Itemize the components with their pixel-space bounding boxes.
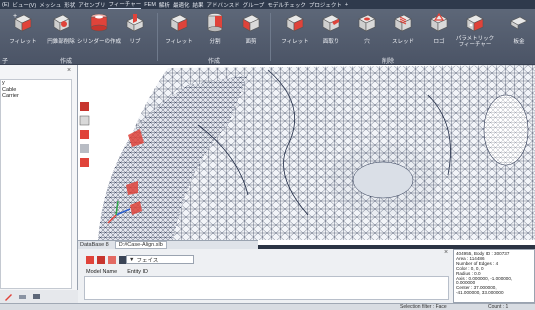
split-cylinder-icon [207, 13, 223, 32]
chamfer-icon [322, 14, 340, 32]
selection-count: Count : 1 [488, 304, 509, 310]
mesh-model [78, 65, 535, 240]
filter-icon: ▼ [129, 256, 135, 263]
view-tool-icon[interactable] [80, 102, 89, 111]
select-icon[interactable] [86, 255, 94, 264]
view-toolstrip [78, 100, 92, 240]
menu-item-feature[interactable]: フィーチャー [108, 0, 142, 9]
database-tabs: DataBase 8 D:#Case-Align.slb [78, 240, 258, 249]
model-tree-panel: × y Cable Carrier [0, 65, 78, 290]
fillet-icon: + [13, 13, 32, 32]
selection-toolbar [86, 255, 127, 264]
svg-text:+: + [13, 13, 17, 20]
copy-icon[interactable] [97, 255, 105, 264]
selection-list[interactable] [84, 276, 449, 300]
cylinder-icon [90, 13, 108, 32]
menu-item-geometry[interactable]: 形状 [64, 1, 75, 9]
column-header: Entity ID [127, 269, 148, 275]
clear-icon[interactable] [108, 255, 116, 264]
menu-item-advanced[interactable]: アドバンスド [206, 1, 239, 9]
3d-viewport[interactable] [78, 65, 535, 245]
info-line: -41.000000, 33.000000 [456, 290, 504, 296]
group-label-create-2: 作成 [208, 59, 221, 65]
menu-item-assembly[interactable]: アセンブリ [78, 1, 105, 9]
parametric-feature-icon [466, 14, 484, 32]
view-tool-icon[interactable] [80, 158, 89, 167]
menu-item-fem[interactable]: FEM [144, 2, 156, 8]
tab-database[interactable]: DataBase 8 [80, 242, 109, 248]
menu-item-group[interactable]: グループ [243, 1, 265, 9]
parametric-feature-button[interactable]: パラメトリック フィーチャー [452, 11, 498, 48]
left-bottom-toolbar [0, 290, 78, 303]
filter-value: フェイス [136, 257, 159, 264]
pencil-icon[interactable] [4, 292, 13, 301]
menu-item-model-check[interactable]: モデルチェック [267, 1, 306, 9]
view-tool-icon[interactable] [80, 144, 89, 153]
menu-item-edit[interactable]: (E) [2, 2, 9, 8]
eraser-icon[interactable] [18, 292, 27, 301]
tree-item[interactable]: Carrier [1, 93, 71, 100]
menu-item-results[interactable]: 結果 [192, 1, 203, 9]
status-bar: Selection filter : Face Count : 1 [0, 303, 535, 310]
sheet-metal-button[interactable]: 板金 [496, 11, 535, 45]
fillet-delete-icon [286, 14, 304, 32]
face-cut-icon [242, 14, 260, 32]
menu-item-view[interactable]: ビュー(V) [12, 1, 36, 9]
tab-case-file[interactable]: D:#Case-Align.slb [114, 241, 167, 249]
selection-filter-dropdown[interactable]: ▼ フェイス [126, 255, 194, 264]
group-label-delete: 削除 [382, 59, 395, 65]
menu-bar: (E) ビュー(V) メッシュ 形状 アセンブリ フィーチャー FEM 解析 最… [0, 0, 535, 9]
selection-filter-status: Selection filter : Face [400, 304, 447, 310]
ribbon: + フィレット 円錐部削除 シリンダーの作成 リブ フィレット 分割 面剪 フィ… [0, 9, 535, 65]
menu-item-optimize[interactable]: 最適化 [173, 1, 190, 9]
thread-icon [394, 14, 412, 32]
rib-button[interactable]: リブ [112, 11, 158, 45]
sheet-metal-icon [510, 16, 528, 30]
rib-icon [126, 14, 144, 32]
face-cut-button[interactable]: 面剪 [228, 11, 274, 45]
fillet-2-icon [170, 14, 188, 32]
view-tool-icon[interactable] [80, 130, 89, 139]
ribbon-separator [270, 13, 271, 61]
selection-table-header: Model Name Entity ID [86, 269, 446, 276]
column-header: Model Name [86, 269, 118, 275]
parametric-feature-label: パラメトリック フィーチャー [455, 36, 495, 48]
selection-panel: × ▼ フェイス Model Name Entity ID [78, 249, 453, 303]
group-label-fillet: 子 [2, 59, 9, 65]
menu-item-mesh[interactable]: メッシュ [39, 1, 61, 9]
logo-icon [430, 12, 448, 32]
close-icon[interactable]: × [444, 249, 448, 256]
close-icon[interactable]: × [67, 67, 71, 74]
hole-icon [358, 14, 376, 32]
entity-info-panel: 404955, Body ID : 300737 Area : 114486 N… [453, 249, 535, 303]
group-label-create-1: 作成 [60, 59, 73, 65]
menu-add-icon[interactable]: + [345, 2, 348, 8]
model-tree: y Cable Carrier [0, 79, 72, 289]
view-tool-icon[interactable] [79, 115, 90, 126]
menu-item-analysis[interactable]: 解析 [159, 1, 170, 9]
menu-item-project[interactable]: プロジェクト [309, 1, 342, 9]
layers-icon[interactable] [32, 292, 41, 301]
cone-icon [53, 14, 70, 32]
